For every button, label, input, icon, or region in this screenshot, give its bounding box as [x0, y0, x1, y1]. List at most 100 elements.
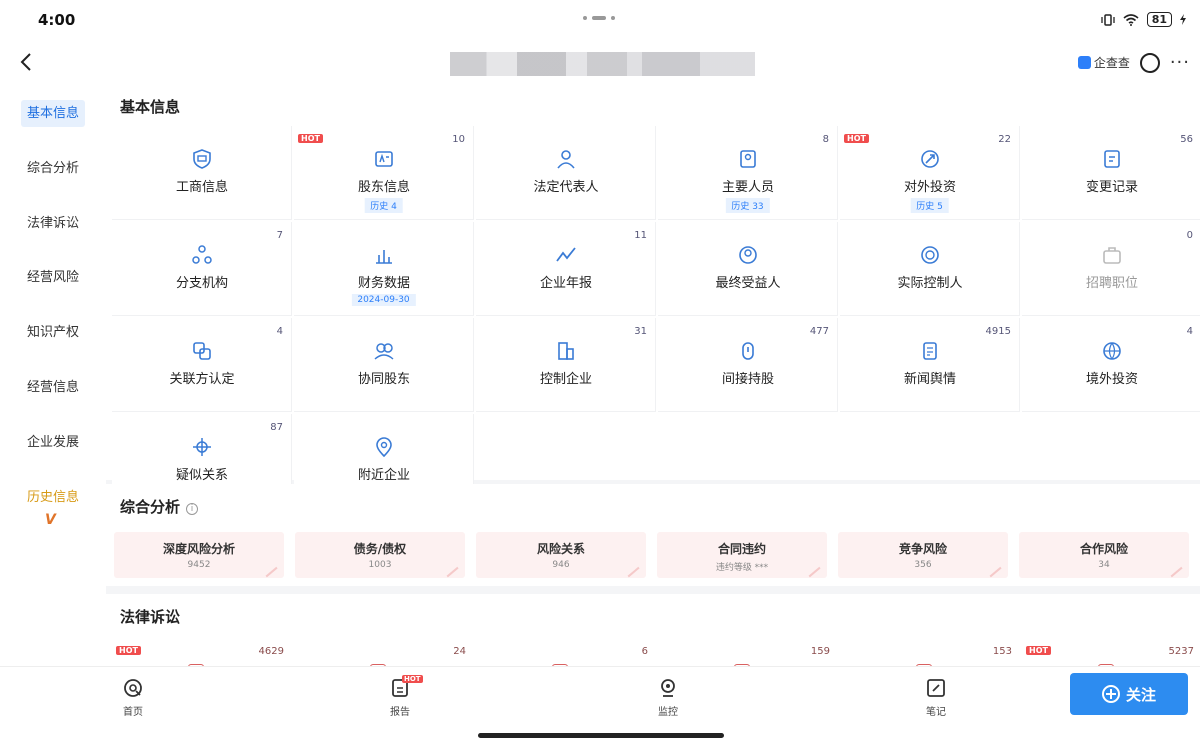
related-party-icon: [193, 342, 211, 360]
analysis-card-value: 违约等级 ***: [715, 563, 769, 573]
analysis-card-title: 合同违约: [717, 542, 766, 556]
sidebar-item-law[interactable]: 法律诉讼: [0, 212, 106, 231]
sidebar-item-history[interactable]: 历史信息: [0, 486, 106, 505]
key-person-icon: [740, 150, 756, 168]
legal-rep-icon: [557, 150, 575, 169]
basic-info-item[interactable]: 股东信息 10 历史 4 HOT: [294, 126, 474, 220]
basic-info-item[interactable]: 间接持股 477: [658, 318, 838, 412]
change-record-icon: [1104, 150, 1120, 168]
sidebar-item-analysis[interactable]: 综合分析: [0, 157, 106, 176]
basic-info-item[interactable]: 控制企业 31: [476, 318, 656, 412]
hot-badge: HOT: [1026, 646, 1051, 655]
law-item[interactable]: 6: [476, 642, 656, 666]
law-item[interactable]: 153: [840, 642, 1020, 666]
plus-icon: [1101, 685, 1120, 703]
law-item[interactable]: 4629 HOT: [112, 642, 292, 666]
search-icon[interactable]: [1139, 52, 1160, 73]
analysis-card-title: 合作风险: [1079, 542, 1128, 556]
sidebar-item-ip[interactable]: 知识产权: [0, 321, 106, 340]
basic-info-item-label: 协同股东: [357, 372, 410, 387]
basic-info-item[interactable]: 境外投资 4: [1022, 318, 1200, 412]
tab-report[interactable]: HOT 报告: [370, 675, 430, 718]
hot-badge: HOT: [844, 134, 869, 143]
basic-info-item-label: 新闻舆情: [903, 372, 956, 387]
analysis-card-title: 竞争风险: [898, 542, 947, 556]
tab-home[interactable]: 首页: [103, 677, 163, 718]
follow-button[interactable]: 关注: [1070, 673, 1188, 715]
basic-info-item[interactable]: 变更记录 56: [1022, 126, 1200, 220]
annual-report-icon: [556, 247, 576, 262]
law-item[interactable]: 159: [658, 642, 838, 666]
analysis-card-value: 946: [552, 560, 570, 570]
basic-info-item[interactable]: 招聘职位 0: [1022, 222, 1200, 316]
basic-info-item[interactable]: 分支机构 7: [112, 222, 292, 316]
analysis-card[interactable]: 深度风险分析 9452: [114, 532, 284, 578]
item-sub-tag: 历史 4: [364, 198, 403, 213]
law-items: 4629 HOT 24 6 159 153 5237 HOT: [112, 642, 1200, 666]
hot-badge: HOT: [116, 646, 141, 655]
analysis-section: 综合分析 i 深度风险分析 9452 债务/债权 1003 风险关系 946 合同…: [106, 484, 1200, 586]
info-icon[interactable]: i: [186, 503, 199, 515]
analysis-card[interactable]: 竞争风险 356: [838, 532, 1008, 578]
tab-monitor[interactable]: 监控: [638, 677, 698, 718]
basic-info-section: 基本信息 工商信息 股东信息 10 历史 4 HOT 法定代表人 主要人员 8 历史 33 对外投…: [106, 86, 1200, 508]
analysis-card[interactable]: 债务/债权 1003: [295, 532, 465, 578]
business-info-icon: [193, 149, 211, 169]
analysis-card[interactable]: 合同违约 违约等级 ***: [657, 532, 827, 578]
item-count: 31: [634, 326, 647, 337]
item-count: 477: [809, 326, 829, 337]
item-count: 24: [453, 646, 466, 657]
sidebar-item-basic-info[interactable]: 基本信息: [0, 100, 106, 127]
status-icons: 81: [1101, 12, 1186, 27]
basic-info-item[interactable]: 新闻舆情 4915: [840, 318, 1020, 412]
analysis-card[interactable]: 合作风险 34: [1019, 532, 1189, 578]
sidebar-item-operation[interactable]: 经营信息: [0, 376, 106, 395]
basic-info-item-label: 法定代表人: [533, 180, 599, 195]
item-count: 10: [452, 134, 465, 145]
sidebar-item-risk[interactable]: 经营风险: [0, 266, 106, 285]
basic-info-item[interactable]: 实际控制人: [840, 222, 1020, 316]
more-icon[interactable]: ···: [1170, 52, 1190, 73]
beneficiary-icon: [739, 246, 757, 264]
basic-info-item[interactable]: 主要人员 8 历史 33: [658, 126, 838, 220]
tab-notes[interactable]: 笔记: [906, 677, 966, 718]
tab-monitor-label: 监控: [658, 707, 678, 718]
company-name-blurred: [450, 52, 755, 76]
branch-icon: [192, 245, 212, 264]
sidebar-item-development[interactable]: 企业发展: [0, 431, 106, 450]
basic-info-item[interactable]: 关联方认定 4: [112, 318, 292, 412]
basic-info-item[interactable]: 法定代表人: [476, 126, 656, 220]
basic-info-item-label: 招聘职位: [1085, 276, 1138, 291]
news-icon: [923, 342, 937, 360]
multitask-dots[interactable]: [583, 16, 615, 20]
vibrate-icon: [1101, 13, 1115, 26]
overseas-investment-icon: [1103, 342, 1121, 360]
main-content: 基本信息 工商信息 股东信息 10 历史 4 HOT 法定代表人 主要人员 8 历史 33 对外投…: [106, 86, 1200, 666]
shareholder-icon: [375, 151, 393, 167]
item-count: 6: [641, 646, 648, 657]
basic-info-item-label: 工商信息: [175, 180, 228, 195]
law-item[interactable]: 24: [294, 642, 474, 666]
basic-info-item-label: 企业年报: [539, 276, 592, 291]
back-arrow-icon[interactable]: [14, 48, 38, 76]
basic-info-item-label: 实际控制人: [897, 276, 963, 291]
basic-info-item-label: 附近企业: [357, 468, 410, 483]
basic-info-item[interactable]: 工商信息: [112, 126, 292, 220]
law-item[interactable]: 5237 HOT: [1022, 642, 1200, 666]
tab-report-label: 报告: [390, 707, 410, 718]
qcc-brand-button[interactable]: 企查查: [1077, 54, 1130, 71]
home-indicator[interactable]: [478, 733, 724, 738]
basic-info-item[interactable]: 协同股东: [294, 318, 474, 412]
basic-info-item[interactable]: 企业年报 11: [476, 222, 656, 316]
law-section: 法律诉讼 4629 HOT 24 6 159 153 5237 HOT: [106, 594, 1200, 666]
analysis-card[interactable]: 风险关系 946: [476, 532, 646, 578]
analysis-card-title: 债务/债权: [353, 542, 407, 556]
basic-info-item[interactable]: 财务数据 2024-09-30: [294, 222, 474, 316]
analysis-card-value: 1003: [368, 560, 392, 570]
basic-info-item[interactable]: 对外投资 22 历史 5 HOT: [840, 126, 1020, 220]
basic-info-item[interactable]: 最终受益人: [658, 222, 838, 316]
item-sub-tag: 历史 33: [725, 198, 770, 213]
analysis-cards: 深度风险分析 9452 债务/债权 1003 风险关系 946 合同违约 违约等…: [114, 532, 1200, 578]
tab-home-label: 首页: [123, 707, 143, 718]
item-count: 87: [270, 422, 283, 433]
